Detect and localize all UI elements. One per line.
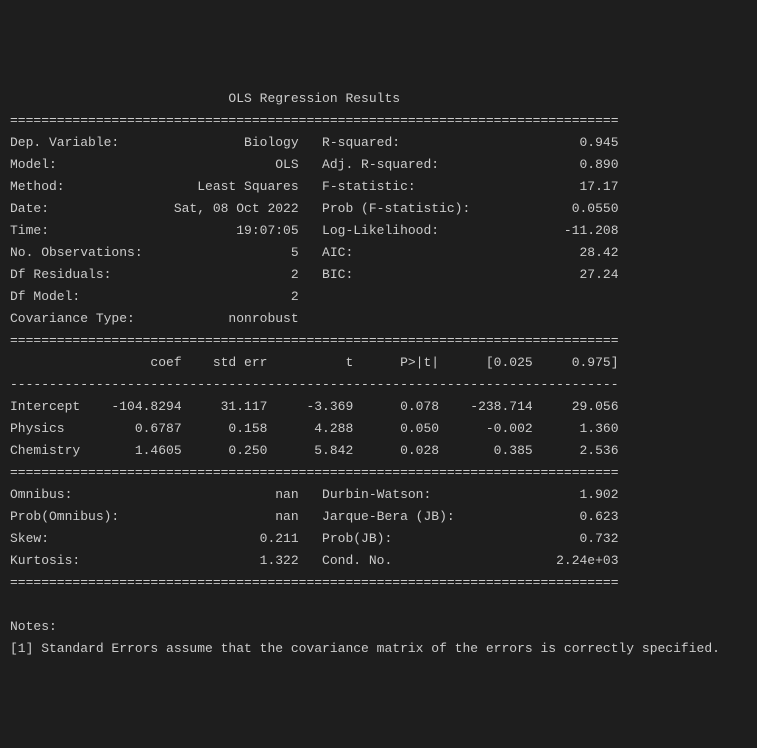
ols-regression-output: OLS Regression Results =================… <box>0 66 757 660</box>
separator-line: ========================================… <box>10 462 747 484</box>
summary-row: Df Model: 2 <box>10 286 747 308</box>
summary-row: Covariance Type: nonrobust <box>10 308 747 330</box>
diagnostic-row: Kurtosis: 1.322 Cond. No. 2.24e+03 <box>10 550 747 572</box>
coef-header-row: coef std err t P>|t| [0.025 0.975] <box>10 352 747 374</box>
summary-row: Time: 19:07:05 Log-Likelihood: -11.208 <box>10 220 747 242</box>
blank-line <box>10 594 747 616</box>
coef-row: Chemistry 1.4605 0.250 5.842 0.028 0.385… <box>10 440 747 462</box>
diagnostic-row: Skew: 0.211 Prob(JB): 0.732 <box>10 528 747 550</box>
summary-row: Method: Least Squares F-statistic: 17.17 <box>10 176 747 198</box>
coef-row: Physics 0.6787 0.158 4.288 0.050 -0.002 … <box>10 418 747 440</box>
separator-dash-line: ----------------------------------------… <box>10 374 747 396</box>
notes-line: [1] Standard Errors assume that the cova… <box>10 638 747 660</box>
separator-line: ========================================… <box>10 330 747 352</box>
coef-row: Intercept -104.8294 31.117 -3.369 0.078 … <box>10 396 747 418</box>
notes-header: Notes: <box>10 616 747 638</box>
blank-line <box>10 66 747 88</box>
summary-row: Dep. Variable: Biology R-squared: 0.945 <box>10 132 747 154</box>
title-line: OLS Regression Results <box>10 88 747 110</box>
separator-line: ========================================… <box>10 110 747 132</box>
summary-row: No. Observations: 5 AIC: 28.42 <box>10 242 747 264</box>
summary-row: Model: OLS Adj. R-squared: 0.890 <box>10 154 747 176</box>
separator-line: ========================================… <box>10 572 747 594</box>
diagnostic-row: Omnibus: nan Durbin-Watson: 1.902 <box>10 484 747 506</box>
diagnostic-row: Prob(Omnibus): nan Jarque-Bera (JB): 0.6… <box>10 506 747 528</box>
summary-row: Date: Sat, 08 Oct 2022 Prob (F-statistic… <box>10 198 747 220</box>
summary-row: Df Residuals: 2 BIC: 27.24 <box>10 264 747 286</box>
